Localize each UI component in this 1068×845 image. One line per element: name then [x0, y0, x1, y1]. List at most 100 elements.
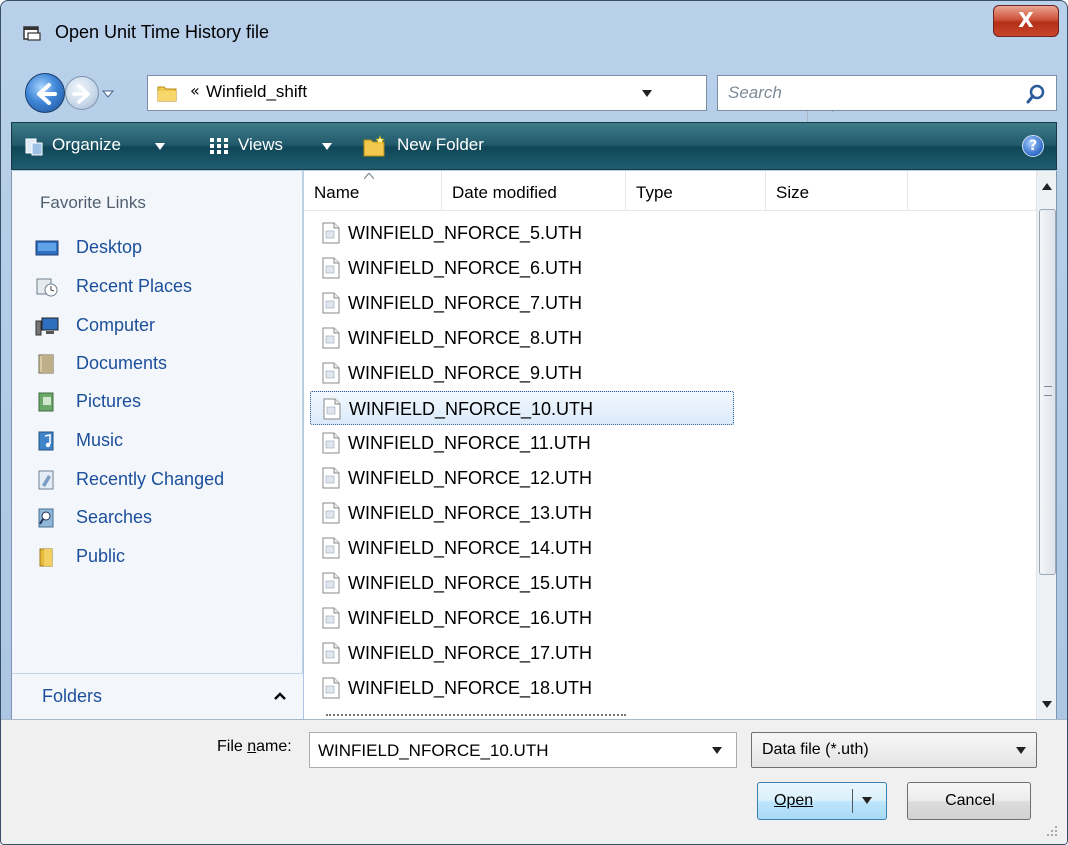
folders-toggle[interactable]: Folders: [12, 673, 303, 719]
column-header-size[interactable]: Size: [766, 171, 908, 211]
help-icon[interactable]: ?: [1022, 135, 1044, 157]
scroll-down-arrow-icon[interactable]: [1042, 701, 1052, 708]
window-title: Open Unit Time History file: [55, 22, 270, 42]
forward-arrow-icon: [72, 84, 90, 104]
file-row[interactable]: WINFIELD_NFORCE_18.UTH: [310, 671, 734, 705]
scrollbar-thumb[interactable]: [1039, 209, 1056, 575]
column-header-date-modified[interactable]: Date modified: [442, 171, 626, 211]
file-row[interactable]: WINFIELD_NFORCE_5.UTH: [310, 216, 734, 250]
file-row[interactable]: WINFIELD_NFORCE_15.UTH: [310, 566, 734, 600]
file-name: WINFIELD_NFORCE_18.UTH: [348, 678, 593, 698]
pictures-icon: [38, 392, 54, 412]
favorite-link-label: Computer: [76, 315, 156, 335]
open-button-label: Open: [774, 792, 814, 809]
file-row[interactable]: WINFIELD_NFORCE_9.UTH: [310, 356, 734, 390]
folders-label: Folders: [42, 686, 103, 706]
search-field[interactable]: Search: [717, 75, 1057, 111]
sort-ascending-icon: [364, 173, 374, 179]
public-folder-icon: [39, 548, 53, 567]
favorite-link-recent-places[interactable]: Recent Places: [32, 272, 292, 302]
file-name-dropdown-icon[interactable]: [712, 747, 722, 755]
app-window-icon: [23, 26, 41, 41]
file-row[interactable]: WINFIELD_NFORCE_12.UTH: [310, 461, 734, 495]
file-row[interactable]: WINFIELD_NFORCE_13.UTH: [310, 496, 734, 530]
recent-pages-dropdown-icon[interactable]: [102, 89, 114, 99]
favorite-link-recently-changed[interactable]: Recently Changed: [32, 465, 292, 495]
favorite-link-public[interactable]: Public: [32, 542, 292, 572]
column-header-type[interactable]: Type: [626, 171, 766, 211]
breadcrumb-overflow-chevron[interactable]: «: [190, 81, 200, 100]
address-dropdown-icon[interactable]: [642, 90, 652, 98]
favorite-links-heading: Favorite Links: [40, 193, 146, 212]
file-name: WINFIELD_NFORCE_16.UTH: [348, 608, 593, 628]
open-button[interactable]: Open: [757, 782, 887, 820]
file-row[interactable]: WINFIELD_NFORCE_8.UTH: [310, 321, 734, 355]
views-menu-button[interactable]: Views: [238, 135, 283, 155]
file-name-label-part: File: [217, 738, 248, 755]
favorite-link-documents[interactable]: Documents: [32, 349, 292, 379]
file-row[interactable]: WINFIELD_NFORCE_16.UTH: [310, 601, 734, 635]
favorite-link-label: Recently Changed: [76, 469, 225, 489]
file-name: WINFIELD_NFORCE_13.UTH: [348, 503, 593, 523]
file-name: WINFIELD_NFORCE_8.UTH: [348, 328, 583, 348]
searches-icon: [38, 508, 54, 528]
column-size-label: Size: [776, 183, 810, 202]
column-header-row: Name Date modified Type Size: [304, 171, 1036, 211]
file-name-value: WINFIELD_NFORCE_10.UTH: [318, 741, 549, 760]
breadcrumb-current-folder[interactable]: Winfield_shift: [206, 82, 307, 102]
close-icon: X: [1018, 8, 1034, 32]
file-row[interactable]: WINFIELD_NFORCE_7.UTH: [310, 286, 734, 320]
file-name-label-accesskey: n: [247, 738, 257, 755]
file-name-input[interactable]: WINFIELD_NFORCE_10.UTH: [309, 732, 737, 768]
file-type-value: Data file (*.uth): [762, 741, 869, 758]
search-icon[interactable]: [1025, 83, 1047, 105]
file-row[interactable]: WINFIELD_NFORCE_6.UTH: [310, 251, 734, 285]
organize-menu-button[interactable]: Organize: [52, 135, 121, 155]
open-options-dropdown-icon[interactable]: [862, 797, 872, 805]
scroll-up-arrow-icon[interactable]: [1042, 183, 1052, 190]
cancel-button[interactable]: Cancel: [907, 782, 1031, 820]
views-caret-icon[interactable]: [322, 143, 332, 150]
file-row[interactable]: WINFIELD_NFORCE_11.UTH: [310, 426, 734, 460]
close-button[interactable]: X: [993, 5, 1059, 37]
title-bar[interactable]: Open Unit Time History file X: [1, 1, 1067, 63]
file-name: WINFIELD_NFORCE_5.UTH: [348, 223, 583, 243]
file-icon: [322, 642, 340, 664]
music-icon: [38, 431, 54, 451]
file-icon: [323, 398, 341, 420]
open-file-dialog: Open Unit Time History file X « Winfield…: [0, 0, 1068, 845]
chevron-up-icon[interactable]: [274, 692, 286, 700]
file-type-select[interactable]: Data file (*.uth): [751, 732, 1037, 768]
forward-button[interactable]: [65, 76, 99, 110]
file-name: WINFIELD_NFORCE_6.UTH: [348, 258, 583, 278]
column-header-name[interactable]: Name: [304, 171, 442, 211]
file-row-partial[interactable]: [310, 710, 734, 719]
file-type-dropdown-icon[interactable]: [1016, 747, 1026, 755]
file-icon: [322, 537, 340, 559]
favorite-link-label: Public: [76, 546, 126, 566]
favorite-link-music[interactable]: Music: [32, 426, 292, 456]
file-icon: [322, 432, 340, 454]
file-list-pane: Name Date modified Type Size WINFIELD_NF…: [304, 171, 1057, 719]
favorite-link-desktop[interactable]: Desktop: [32, 233, 292, 263]
file-name: WINFIELD_NFORCE_9.UTH: [348, 363, 583, 383]
new-folder-button[interactable]: New Folder: [397, 135, 484, 155]
favorite-link-computer[interactable]: Computer: [32, 311, 292, 341]
file-icon: [322, 327, 340, 349]
views-grid-icon: [210, 138, 228, 154]
file-icon: [322, 502, 340, 524]
file-row[interactable]: WINFIELD_NFORCE_14.UTH: [310, 531, 734, 565]
favorite-link-pictures[interactable]: Pictures: [32, 387, 292, 417]
address-bar[interactable]: « Winfield_shift: [147, 75, 840, 124]
organize-caret-icon[interactable]: [155, 143, 165, 150]
folder-icon: [157, 86, 177, 102]
vertical-scrollbar[interactable]: [1036, 171, 1056, 719]
favorite-link-label: Recent Places: [76, 276, 193, 296]
favorite-link-searches[interactable]: Searches: [32, 503, 292, 533]
file-row[interactable]: WINFIELD_NFORCE_17.UTH: [310, 636, 734, 670]
resize-grip-icon[interactable]: [1045, 824, 1059, 838]
file-name: WINFIELD_NFORCE_12.UTH: [348, 468, 593, 488]
file-name: WINFIELD_NFORCE_15.UTH: [348, 573, 593, 593]
file-row[interactable]: WINFIELD_NFORCE_10.UTH: [310, 391, 734, 425]
back-button[interactable]: [25, 73, 65, 113]
